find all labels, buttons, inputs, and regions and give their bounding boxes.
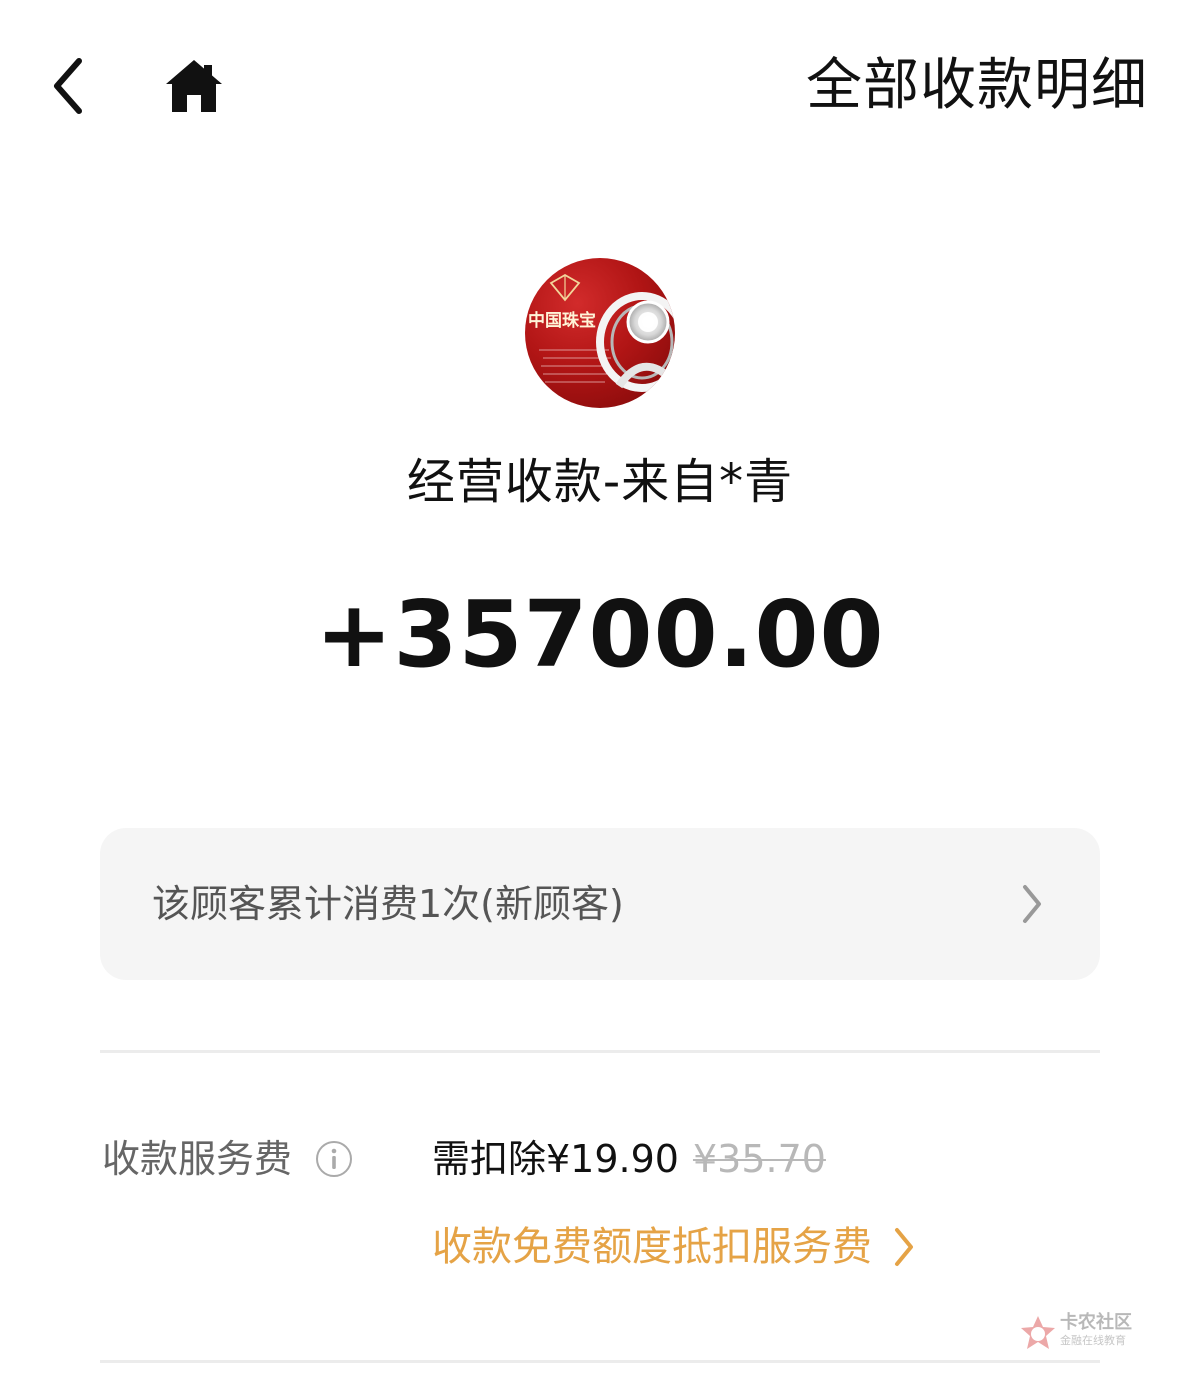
section-divider xyxy=(100,1360,1100,1363)
service-fee-original-price: ¥35.70 xyxy=(692,1137,826,1181)
free-quota-deduction-text: 收款免费额度抵扣服务费 xyxy=(432,1224,872,1270)
page-title: 全部收款明细 xyxy=(806,53,1148,118)
watermark-title: 卡农社区 xyxy=(1060,1312,1132,1333)
payment-title: 经营收款-来自*青 xyxy=(406,454,794,510)
section-divider xyxy=(100,1050,1100,1053)
service-fee-deduction: 需扣除¥19.90 xyxy=(432,1137,679,1181)
info-icon[interactable] xyxy=(312,1137,356,1181)
payment-amount: +35700.00 xyxy=(315,581,885,688)
watermark-logo-icon xyxy=(1021,1316,1055,1349)
service-fee-label: 收款服务费 xyxy=(102,1137,293,1181)
community-watermark: 卡农社区 金融在线教育 xyxy=(1018,1312,1148,1356)
customer-summary-card[interactable]: 该顾客累计消费1次(新顾客) xyxy=(100,828,1100,980)
top-navigation-bar: 全部收款明细 xyxy=(0,0,1200,180)
free-quota-deduction-link[interactable]: 收款免费额度抵扣服务费 xyxy=(432,1214,918,1280)
home-button[interactable] xyxy=(160,52,228,120)
service-fee-values: 需扣除¥19.90 ¥35.70 xyxy=(432,1127,826,1191)
jewelry-logo-image: 中国珠宝 xyxy=(528,273,675,392)
customer-summary-text: 该顾客累计消费1次(新顾客) xyxy=(152,882,624,926)
chevron-right-icon xyxy=(1016,880,1048,928)
merchant-avatar: 中国珠宝 xyxy=(525,258,675,408)
watermark-subtitle: 金融在线教育 xyxy=(1060,1334,1126,1347)
home-icon xyxy=(166,60,222,112)
svg-text:中国珠宝: 中国珠宝 xyxy=(528,310,596,331)
back-button[interactable] xyxy=(36,50,100,122)
chevron-left-icon xyxy=(54,58,82,114)
chevron-right-icon xyxy=(890,1224,918,1270)
